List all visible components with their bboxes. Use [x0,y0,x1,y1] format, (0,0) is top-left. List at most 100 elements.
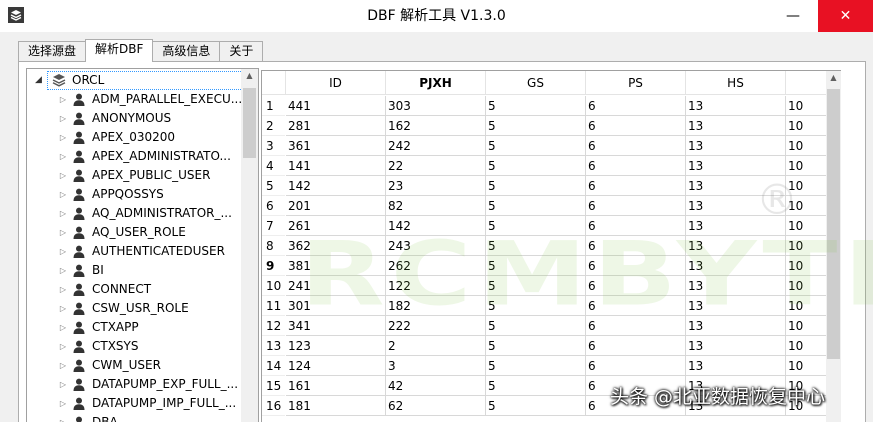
grid-cell[interactable]: 5 [486,276,586,296]
grid-cell[interactable]: 123 [286,336,386,356]
grid-cell[interactable]: 13 [686,136,786,156]
row-number[interactable]: 9 [262,256,285,276]
grid-scrollbar[interactable]: ▲ [826,71,841,422]
grid-cell[interactable]: 6 [586,136,686,156]
grid-cell[interactable]: 242 [386,136,486,156]
grid-cell[interactable]: 5 [486,136,586,156]
grid-cell[interactable]: 5 [486,396,586,416]
row-number[interactable]: 10 [262,276,285,296]
collapsed-arrow-icon[interactable]: ▷ [57,299,69,318]
grid-cell[interactable]: 281 [286,116,386,136]
grid-cell[interactable]: 2 [386,336,486,356]
grid-cell[interactable]: 13 [686,236,786,256]
row-number[interactable]: 12 [262,316,285,336]
scroll-up-arrow-icon[interactable]: ▲ [241,71,258,80]
grid-cell[interactable]: 5 [486,316,586,336]
scrollbar-thumb[interactable] [827,89,840,359]
collapsed-arrow-icon[interactable]: ▷ [57,90,69,109]
expanded-arrow-icon[interactable]: ◢ [35,71,42,90]
close-button[interactable]: ✕ [818,0,873,32]
row-number[interactable]: 15 [262,376,285,396]
column-header[interactable]: PJXH [386,71,486,95]
row-number[interactable]: 7 [262,216,285,236]
grid-cell[interactable]: 361 [286,136,386,156]
grid-cell[interactable]: 181 [286,396,386,416]
grid-cell[interactable]: 142 [386,216,486,236]
schema-tree[interactable]: ◢ ORCL ▷ ADM_PARALLEL_EXECU... ▷ ANONYMOUS ▷… [26,68,259,422]
grid-cell[interactable]: 6 [586,316,686,336]
grid-cell[interactable]: 6 [586,276,686,296]
grid-cell[interactable]: 261 [286,216,386,236]
grid-cell[interactable]: 6 [586,116,686,136]
grid-cell[interactable]: 182 [386,296,486,316]
collapsed-arrow-icon[interactable]: ▷ [57,147,69,166]
grid-cell[interactable]: 141 [286,156,386,176]
grid-cell[interactable]: 5 [486,96,586,116]
collapsed-arrow-icon[interactable]: ▷ [57,375,69,394]
grid-cell[interactable]: 301 [286,296,386,316]
collapsed-arrow-icon[interactable]: ▷ [57,337,69,356]
grid-cell[interactable]: 6 [586,216,686,236]
grid-cell[interactable]: 6 [586,296,686,316]
grid-cell[interactable]: 5 [486,236,586,256]
grid-cell[interactable]: 5 [486,296,586,316]
collapsed-arrow-icon[interactable]: ▷ [57,109,69,128]
grid-cell[interactable]: 13 [686,296,786,316]
grid-cell[interactable]: 441 [286,96,386,116]
grid-cell[interactable]: 362 [286,236,386,256]
grid-cell[interactable]: 5 [486,356,586,376]
grid-cell[interactable]: 201 [286,196,386,216]
grid-cell[interactable]: 122 [386,276,486,296]
grid-cell[interactable]: 13 [686,96,786,116]
row-number[interactable]: 13 [262,336,285,356]
grid-cell[interactable]: 5 [486,116,586,136]
collapsed-arrow-icon[interactable]: ▷ [57,223,69,242]
grid-cell[interactable]: 5 [486,176,586,196]
row-number[interactable]: 14 [262,356,285,376]
grid-cell[interactable]: 13 [686,156,786,176]
row-number[interactable]: 3 [262,136,285,156]
collapsed-arrow-icon[interactable]: ▷ [57,356,69,375]
grid-cell[interactable]: 13 [686,276,786,296]
grid-cell[interactable]: 262 [386,256,486,276]
grid-cell[interactable]: 5 [486,336,586,356]
grid-cell[interactable]: 381 [286,256,386,276]
grid-cell[interactable]: 6 [586,156,686,176]
row-number[interactable]: 8 [262,236,285,256]
scrollbar-thumb[interactable] [243,88,256,158]
grid-cell[interactable]: 82 [386,196,486,216]
grid-cell[interactable]: 22 [386,156,486,176]
collapsed-arrow-icon[interactable]: ▷ [57,242,69,261]
grid-cell[interactable]: 5 [486,376,586,396]
grid-cell[interactable]: 6 [586,196,686,216]
tab-about[interactable]: 关于 [219,41,264,62]
collapsed-arrow-icon[interactable]: ▷ [57,413,69,422]
row-number[interactable]: 6 [262,196,285,216]
grid-cell[interactable]: 303 [386,96,486,116]
row-number[interactable]: 16 [262,396,285,416]
row-number[interactable]: 2 [262,116,285,136]
scroll-up-arrow-icon[interactable]: ▲ [826,73,841,82]
tree-scrollbar[interactable]: ▲ [241,69,258,422]
row-number[interactable]: 5 [262,176,285,196]
tab-advanced-info[interactable]: 高级信息 [152,41,221,62]
minimize-button[interactable]: — [770,0,816,32]
grid-cell[interactable]: 13 [686,256,786,276]
grid-cell[interactable]: 5 [486,156,586,176]
collapsed-arrow-icon[interactable]: ▷ [57,280,69,299]
collapsed-arrow-icon[interactable]: ▷ [57,185,69,204]
grid-cell[interactable]: 42 [386,376,486,396]
collapsed-arrow-icon[interactable]: ▷ [57,318,69,337]
grid-cell[interactable]: 142 [286,176,386,196]
grid-cell[interactable]: 23 [386,176,486,196]
row-number[interactable]: 4 [262,156,285,176]
grid-cell[interactable]: 162 [386,116,486,136]
grid-cell[interactable]: 13 [686,336,786,356]
grid-cell[interactable]: 222 [386,316,486,336]
column-header[interactable]: ID [286,71,386,95]
grid-cell[interactable]: 13 [686,316,786,336]
grid-cell[interactable]: 5 [486,216,586,236]
grid-cell[interactable]: 62 [386,396,486,416]
column-header[interactable]: GS [486,71,586,95]
row-number[interactable]: 1 [262,96,285,116]
